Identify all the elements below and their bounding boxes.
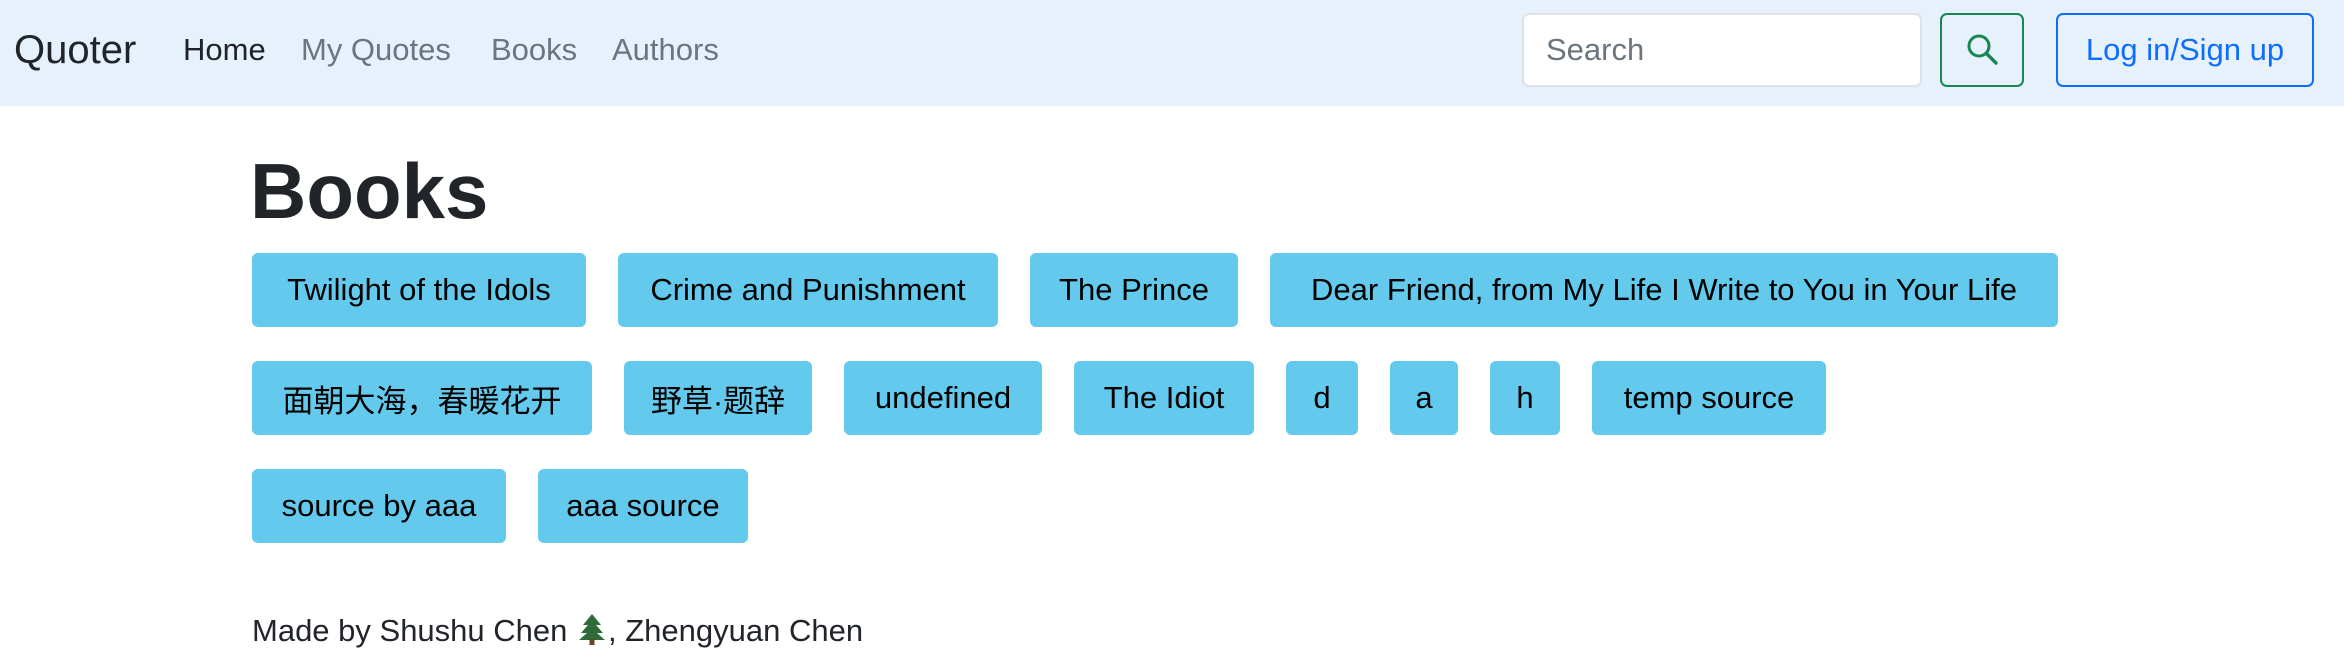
- book-pill[interactable]: Twilight of the Idols: [252, 253, 586, 327]
- book-pill[interactable]: Crime and Punishment: [618, 253, 998, 327]
- book-pill[interactable]: undefined: [844, 361, 1042, 435]
- book-pill[interactable]: Dear Friend, from My Life I Write to You…: [1270, 253, 2058, 327]
- book-pill[interactable]: h: [1490, 361, 1560, 435]
- footer-credits: Made by Shushu Chen , Zhengyuan Chen: [252, 611, 863, 655]
- evergreen-tree-icon: [578, 613, 606, 655]
- book-pill[interactable]: The Prince: [1030, 253, 1238, 327]
- nav-link-authors[interactable]: Authors: [612, 30, 719, 70]
- book-pill[interactable]: 面朝大海，春暖花开: [252, 361, 592, 435]
- nav-link-books[interactable]: Books: [491, 30, 577, 70]
- search-button[interactable]: [1940, 13, 2024, 87]
- brand-logo[interactable]: Quoter: [14, 26, 136, 74]
- book-pill[interactable]: 野草·题辞: [624, 361, 812, 435]
- page-title: Books: [250, 147, 489, 235]
- login-signup-button[interactable]: Log in/Sign up: [2056, 13, 2314, 87]
- book-pill[interactable]: a: [1390, 361, 1458, 435]
- book-pill[interactable]: aaa source: [538, 469, 748, 543]
- book-pill[interactable]: temp source: [1592, 361, 1826, 435]
- search-input[interactable]: [1522, 13, 1922, 87]
- nav-link-home[interactable]: Home: [183, 30, 266, 70]
- footer-text-after: , Zhengyuan Chen: [608, 613, 864, 648]
- book-pill[interactable]: source by aaa: [252, 469, 506, 543]
- footer-text-before: Made by Shushu Chen: [252, 613, 576, 648]
- navbar: Quoter Home My Quotes Books Authors Log …: [0, 0, 2344, 106]
- book-pill[interactable]: d: [1286, 361, 1358, 435]
- nav-link-my-quotes[interactable]: My Quotes: [301, 30, 451, 70]
- book-pill[interactable]: The Idiot: [1074, 361, 1254, 435]
- search-icon: [1965, 32, 1999, 69]
